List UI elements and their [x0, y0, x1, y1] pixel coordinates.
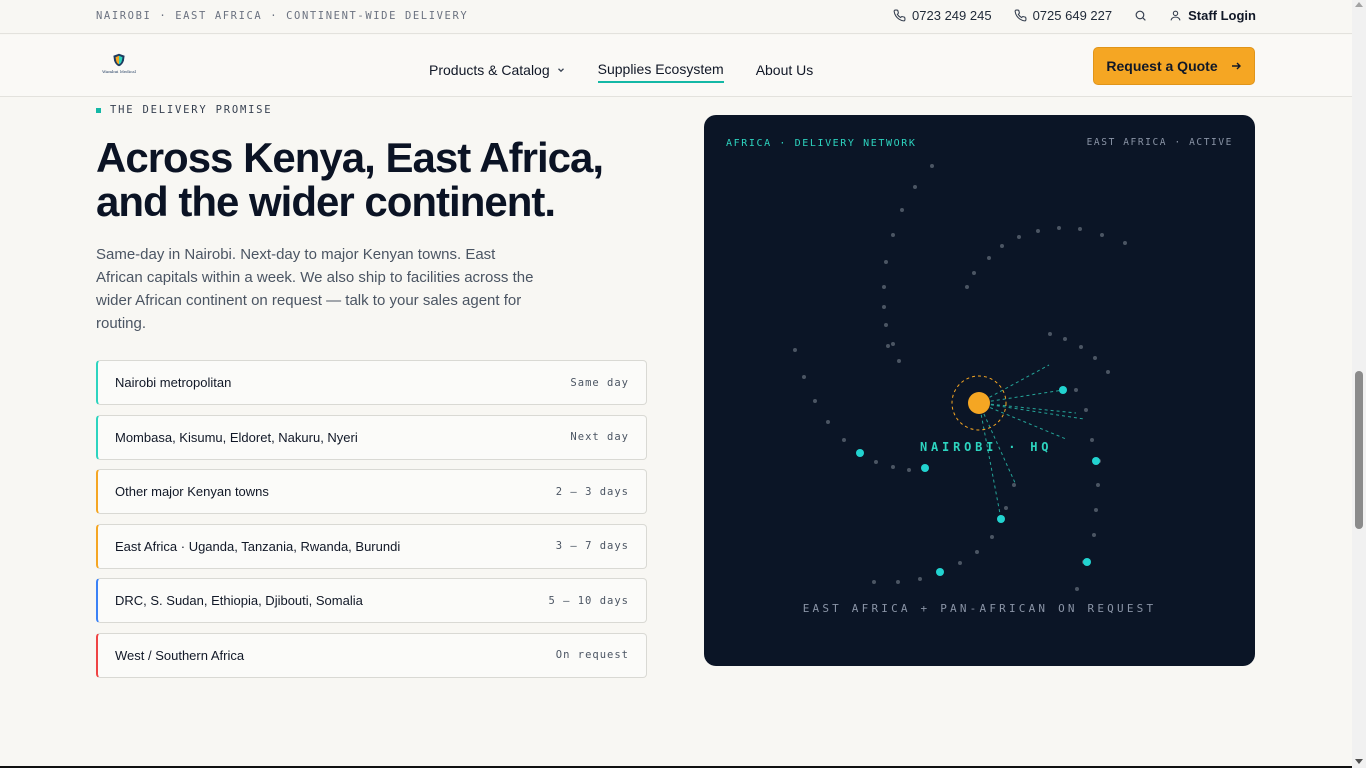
- phone-icon: [1014, 9, 1027, 22]
- search-button[interactable]: [1134, 9, 1147, 22]
- nav-supplies-ecosystem[interactable]: Supplies Ecosystem: [597, 56, 724, 83]
- zone-eta: Same day: [570, 376, 629, 389]
- zone-eta: 3 – 7 days: [555, 540, 629, 552]
- nav-products-label: Products & Catalog: [429, 61, 550, 78]
- utility-bar: NAIROBI · EAST AFRICA · CONTINENT-WIDE D…: [0, 0, 1352, 34]
- delivery-zones-list: Nairobi metropolitan Same day Mombasa, K…: [96, 360, 647, 687]
- section-headline: Across Kenya, East Africa, and the wider…: [96, 134, 604, 225]
- shield-logo-icon: [113, 53, 125, 67]
- staff-login-link[interactable]: Staff Login: [1169, 8, 1256, 23]
- network-graphic: [793, 164, 1127, 591]
- logo-wordmark: Wambui Medical: [102, 69, 136, 74]
- zone-eta: 5 – 10 days: [548, 594, 629, 607]
- zone-name: Other major Kenyan towns: [115, 484, 269, 499]
- arrow-right-icon: [1231, 62, 1241, 70]
- zone-name: East Africa · Uganda, Tanzania, Rwanda, …: [115, 538, 401, 554]
- zone-row: Mombasa, Kisumu, Eldoret, Nakuru, Nyeri …: [96, 414, 647, 460]
- delivery-node: [997, 515, 1005, 523]
- delivery-node: [936, 568, 944, 576]
- eyebrow-label: THE DELIVERY PROMISE: [110, 104, 273, 116]
- search-icon: [1135, 10, 1146, 21]
- nav-links: Products & Catalog Supplies Ecosystem Ab…: [429, 56, 813, 83]
- scrollbar-thumb[interactable]: [1355, 371, 1363, 529]
- phone-link-1[interactable]: 0723 249 245: [893, 8, 992, 23]
- phone-link-2[interactable]: 0725 649 227: [1014, 8, 1113, 23]
- phone-number-2: 0725 649 227: [1032, 8, 1113, 23]
- request-quote-label: Request a Quote: [1106, 58, 1218, 74]
- nav-about-us[interactable]: About Us: [756, 56, 814, 83]
- staff-login-label: Staff Login: [1188, 8, 1256, 23]
- section-eyebrow: THE DELIVERY PROMISE: [96, 104, 272, 116]
- zone-name: Nairobi metropolitan: [115, 375, 232, 390]
- zone-row: Nairobi metropolitan Same day: [96, 360, 647, 405]
- brand-logo[interactable]: Wambui Medical: [100, 53, 138, 81]
- hq-node: [968, 392, 990, 414]
- phone-icon: [893, 9, 906, 22]
- zone-eta: On request: [555, 649, 629, 661]
- delivery-node: [1092, 457, 1100, 465]
- zone-name: Mombasa, Kisumu, Eldoret, Nakuru, Nyeri: [115, 429, 358, 445]
- scroll-down-arrow-icon[interactable]: [1355, 759, 1363, 764]
- delivery-node: [921, 464, 929, 472]
- zone-eta: 2 – 3 days: [555, 485, 629, 498]
- delivery-node: [856, 449, 864, 457]
- section-lede: Same-day in Nairobi. Next-day to major K…: [96, 246, 534, 332]
- tagline: NAIROBI · EAST AFRICA · CONTINENT-WIDE D…: [96, 10, 469, 22]
- eyebrow-marker: [96, 107, 101, 113]
- user-icon: [1170, 10, 1181, 21]
- zone-row: DRC, S. Sudan, Ethiopia, Djibouti, Somal…: [96, 578, 647, 623]
- zone-name: DRC, S. Sudan, Ethiopia, Djibouti, Somal…: [115, 593, 363, 608]
- utility-links: 0723 249 245 0725 649 227 Staff Login: [893, 8, 1256, 23]
- zone-name: West / Southern Africa: [115, 647, 245, 663]
- delivery-nodes: [856, 386, 1100, 576]
- zone-row: Other major Kenyan towns 2 – 3 days: [96, 469, 647, 514]
- nav-about-label: About Us: [755, 61, 814, 78]
- zone-row: West / Southern Africa On request: [96, 632, 647, 678]
- nav-products-catalog[interactable]: Products & Catalog: [429, 56, 566, 83]
- main-nav: Wambui Medical Products & Catalog Suppli…: [0, 35, 1352, 97]
- map-footer: EAST AFRICA + PAN-AFRICAN ON REQUEST: [802, 602, 1157, 615]
- delivery-network-map: AFRICA · DELIVERY NETWORK EAST AFRICA · …: [704, 115, 1255, 666]
- hq-label: NAIROBI · HQ: [920, 440, 1053, 454]
- scroll-up-arrow-icon[interactable]: [1355, 2, 1363, 7]
- page-scrollbar[interactable]: [1352, 0, 1366, 768]
- nav-supplies-label: Supplies Ecosystem: [597, 60, 724, 77]
- delivery-node: [1083, 558, 1091, 566]
- phone-number-1: 0723 249 245: [912, 8, 992, 23]
- chevron-down-icon: [557, 67, 564, 72]
- delivery-node: [1059, 386, 1067, 394]
- africa-outline-dots: [793, 164, 1127, 591]
- request-quote-button[interactable]: Request a Quote: [1093, 47, 1255, 85]
- zone-eta: Next day: [570, 431, 629, 443]
- zone-row: East Africa · Uganda, Tanzania, Rwanda, …: [96, 523, 647, 569]
